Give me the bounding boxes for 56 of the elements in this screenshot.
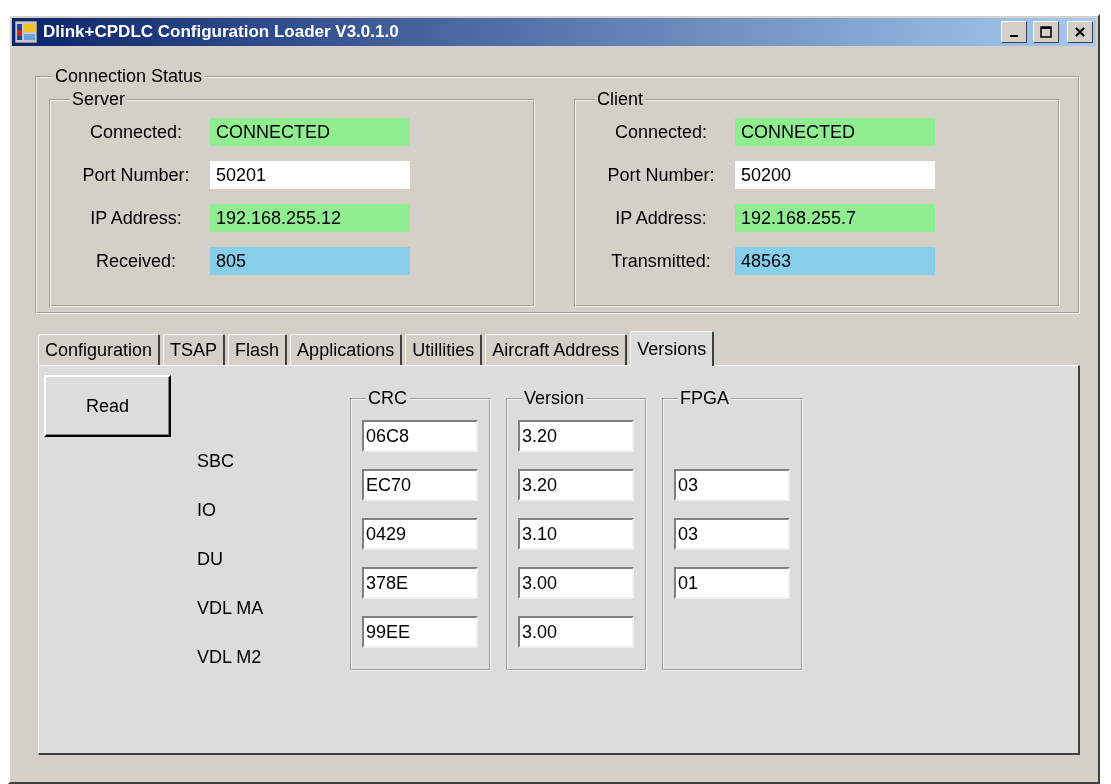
value-field[interactable]: 3.20 — [518, 469, 634, 501]
field-label: Received: — [94, 250, 177, 272]
counter-field: 48563 — [735, 247, 935, 275]
value-field[interactable]: 03 — [674, 469, 790, 501]
group-title: CRC — [367, 388, 408, 409]
status-field: CONNECTED — [210, 118, 410, 146]
minimize-button[interactable] — [1001, 21, 1027, 43]
field-label: Transmitted: — [610, 250, 712, 272]
value-field[interactable]: 0429 — [362, 518, 478, 550]
value-field[interactable]: 99EE — [362, 616, 478, 648]
value-field[interactable]: 378E — [362, 567, 478, 599]
maximize-button[interactable] — [1033, 21, 1059, 43]
row-label: VDL MA — [197, 598, 264, 619]
tab[interactable]: Utillities — [405, 334, 483, 365]
value-field[interactable]: 3.00 — [518, 567, 634, 599]
port-field[interactable]: 50200 — [735, 161, 935, 189]
app-icon — [15, 21, 37, 43]
row-label: VDL M2 — [197, 647, 262, 668]
close-icon — [1075, 27, 1085, 37]
tab[interactable]: Applications — [290, 334, 403, 365]
field-label: Port Number: — [606, 164, 716, 186]
group-title: Client — [596, 89, 645, 110]
counter-field: 805 — [210, 247, 410, 275]
value-field[interactable]: 01 — [674, 567, 790, 599]
field-label: Connected: — [88, 121, 184, 143]
value-field[interactable]: 03 — [674, 518, 790, 550]
group-title: Server — [71, 89, 126, 110]
field-label: Connected: — [613, 121, 709, 143]
maximize-icon — [1040, 26, 1052, 38]
tab[interactable]: Flash — [228, 334, 288, 365]
tab[interactable]: Aircraft Address — [485, 334, 628, 365]
value-field[interactable]: 06C8 — [362, 420, 478, 452]
value-field[interactable]: EC70 — [362, 469, 478, 501]
group-title: FPGA — [679, 388, 730, 409]
row-label: SBC — [197, 451, 234, 472]
value-field[interactable]: 3.20 — [518, 420, 634, 452]
field-label: IP Address: — [89, 207, 183, 229]
field-label: Port Number: — [81, 164, 191, 186]
group-title: Version — [523, 388, 586, 409]
group-title: Connection Status — [54, 66, 204, 87]
tab[interactable]: TSAP — [163, 334, 226, 365]
status-field: CONNECTED — [735, 118, 935, 146]
tab[interactable]: Versions — [630, 331, 715, 366]
status-field: 192.168.255.7 — [735, 204, 935, 232]
row-label: IO — [197, 500, 216, 521]
read-button[interactable]: Read — [44, 375, 171, 437]
minimize-icon — [1010, 35, 1018, 37]
value-field[interactable]: 3.00 — [518, 616, 634, 648]
row-label: DU — [197, 549, 223, 570]
close-button[interactable] — [1067, 21, 1093, 43]
field-label: IP Address: — [614, 207, 708, 229]
port-field[interactable]: 50201 — [210, 161, 410, 189]
status-field: 192.168.255.12 — [210, 204, 410, 232]
value-field[interactable]: 3.10 — [518, 518, 634, 550]
window-title: Dlink+CPDLC Configuration Loader V3.0.1.0 — [43, 22, 400, 42]
tab[interactable]: Configuration — [38, 334, 161, 365]
